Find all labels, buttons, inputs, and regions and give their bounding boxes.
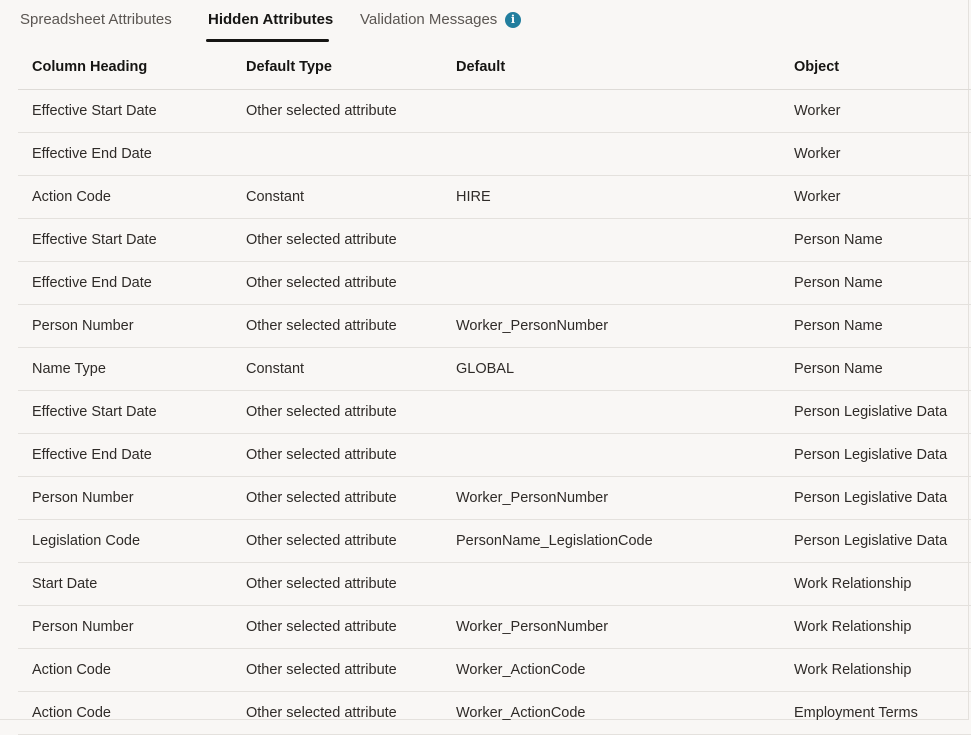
column-header-object[interactable]: Object <box>780 44 971 90</box>
cell-default: PersonName_LegislationCode <box>442 519 780 563</box>
table-row[interactable]: Start Date Other selected attribute Work R… <box>18 562 971 606</box>
cell-default: Worker_PersonNumber <box>442 476 780 520</box>
table-row[interactable]: Action Code Other selected attribute Worke… <box>18 691 971 735</box>
cell-default-type: Other selected attribute <box>232 519 442 563</box>
tab-bar: Spreadsheet Attributes Hidden Attributes… <box>0 0 971 44</box>
cell-object: Person Name <box>780 218 971 262</box>
column-header-default[interactable]: Default <box>442 44 780 90</box>
table-row[interactable]: Effective Start Date Other selected attri… <box>18 89 971 133</box>
cell-default <box>442 89 780 133</box>
cell-column-heading: Effective Start Date <box>18 218 232 262</box>
cell-default-type <box>232 132 442 176</box>
info-icon[interactable]: i <box>505 12 521 28</box>
table-row[interactable]: Name Type Constant GLOBAL Person Name <box>18 347 971 391</box>
cell-object: Person Legislative Data <box>780 390 971 434</box>
cell-column-heading: Effective End Date <box>18 433 232 477</box>
cell-object: Work Relationship <box>780 605 971 649</box>
table-body: Effective Start Date Other selected attri… <box>18 89 971 735</box>
cell-default <box>442 433 780 477</box>
cell-object: Person Name <box>780 304 971 348</box>
cell-object: Person Legislative Data <box>780 519 971 563</box>
cell-default-type: Other selected attribute <box>232 648 442 692</box>
cell-column-heading: Legislation Code <box>18 519 232 563</box>
cell-default-type: Constant <box>232 175 442 219</box>
cell-default-type: Other selected attribute <box>232 261 442 305</box>
table-row[interactable]: Effective End Date Other selected attribu… <box>18 261 971 305</box>
table-header-row: Column Heading Default Type Default Obje… <box>18 44 971 90</box>
cell-default: Worker_PersonNumber <box>442 605 780 649</box>
cell-default <box>442 132 780 176</box>
cell-object: Work Relationship <box>780 562 971 606</box>
cell-object: Work Relationship <box>780 648 971 692</box>
cell-object: Worker <box>780 175 971 219</box>
cell-column-heading: Effective Start Date <box>18 89 232 133</box>
cell-default: GLOBAL <box>442 347 780 391</box>
cell-column-heading: Action Code <box>18 648 232 692</box>
table-row[interactable]: Legislation Code Other selected attribute… <box>18 519 971 563</box>
table-row[interactable]: Person Number Other selected attribute Wor… <box>18 605 971 649</box>
cell-default: Worker_PersonNumber <box>442 304 780 348</box>
cell-column-heading: Action Code <box>18 175 232 219</box>
cell-default-type: Other selected attribute <box>232 562 442 606</box>
cell-default: Worker_ActionCode <box>442 648 780 692</box>
cell-column-heading: Effective Start Date <box>18 390 232 434</box>
table-row[interactable]: Action Code Constant HIRE Worker <box>18 175 971 219</box>
cell-default-type: Other selected attribute <box>232 304 442 348</box>
cell-default <box>442 218 780 262</box>
cell-default <box>442 390 780 434</box>
cell-column-heading: Person Number <box>18 304 232 348</box>
cell-object: Person Name <box>780 347 971 391</box>
selected-tab-indicator <box>206 39 329 42</box>
cell-column-heading: Action Code <box>18 691 232 735</box>
cell-column-heading: Person Number <box>18 605 232 649</box>
cell-default-type: Constant <box>232 347 442 391</box>
cell-default-type: Other selected attribute <box>232 218 442 262</box>
tab-validation-messages[interactable]: Validation Messages <box>360 0 497 42</box>
cell-default-type: Other selected attribute <box>232 605 442 649</box>
cell-column-heading: Person Number <box>18 476 232 520</box>
cell-object: Person Legislative Data <box>780 476 971 520</box>
table-row[interactable]: Effective End Date Worker <box>18 132 971 176</box>
tab-hidden-attributes[interactable]: Hidden Attributes <box>208 0 333 42</box>
cell-object: Worker <box>780 132 971 176</box>
cell-default-type: Other selected attribute <box>232 691 442 735</box>
cell-default-type: Other selected attribute <box>232 476 442 520</box>
cell-default-type: Other selected attribute <box>232 390 442 434</box>
cell-object: Employment Terms <box>780 691 971 735</box>
cell-default-type: Other selected attribute <box>232 433 442 477</box>
cell-object: Person Legislative Data <box>780 433 971 477</box>
column-header-default-type[interactable]: Default Type <box>232 44 442 90</box>
table-row[interactable]: Action Code Other selected attribute Worke… <box>18 648 971 692</box>
cell-column-heading: Start Date <box>18 562 232 606</box>
tab-spreadsheet-attributes[interactable]: Spreadsheet Attributes <box>20 0 172 42</box>
table-row[interactable]: Effective Start Date Other selected attri… <box>18 218 971 262</box>
column-header-column-heading[interactable]: Column Heading <box>18 44 232 90</box>
cell-default <box>442 261 780 305</box>
cell-default: Worker_ActionCode <box>442 691 780 735</box>
cell-object: Worker <box>780 89 971 133</box>
cell-column-heading: Effective End Date <box>18 132 232 176</box>
table-row[interactable]: Effective Start Date Other selected attri… <box>18 390 971 434</box>
table-row[interactable]: Effective End Date Other selected attribu… <box>18 433 971 477</box>
cell-default: HIRE <box>442 175 780 219</box>
table-row[interactable]: Person Number Other selected attribute Wor… <box>18 476 971 520</box>
cell-column-heading: Effective End Date <box>18 261 232 305</box>
cell-default-type: Other selected attribute <box>232 89 442 133</box>
cell-column-heading: Name Type <box>18 347 232 391</box>
cell-default <box>442 562 780 606</box>
hidden-attributes-table: Column Heading Default Type Default Obje… <box>18 44 971 735</box>
cell-object: Person Name <box>780 261 971 305</box>
table-row[interactable]: Person Number Other selected attribute Wor… <box>18 304 971 348</box>
